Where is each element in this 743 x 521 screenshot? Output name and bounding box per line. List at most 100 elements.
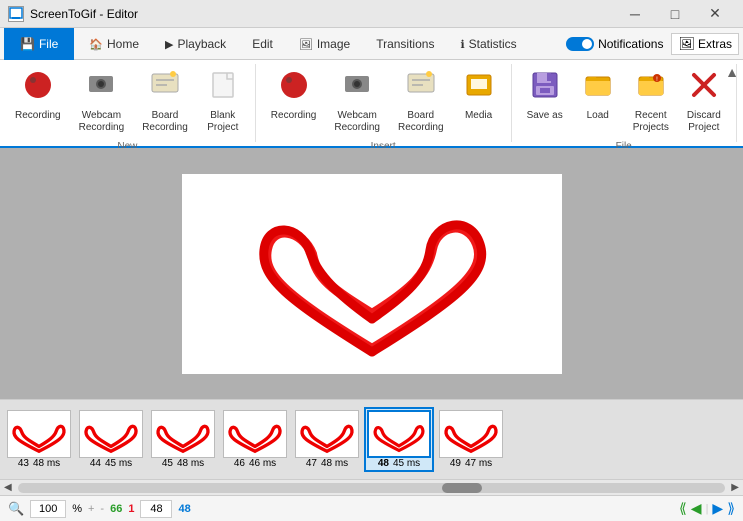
nav-separator: | [706,503,709,515]
count-red: 1 [128,503,134,515]
frame-44-label: 44 45 ms [90,458,132,469]
frame-49-label: 49 47 ms [450,458,492,469]
titlebar-left: ScreenToGif - Editor [8,6,138,22]
recording-button[interactable]: Recording [8,64,68,127]
extras-icon: 🖼 [678,36,695,52]
webcam-recording-label: Webcam Recording [79,110,125,134]
frame-46-ms: 46 ms [249,458,276,469]
scrollbar-row: ◀ ▶ [0,479,743,495]
frame-48-ms: 45 ms [393,458,420,469]
ribbon-collapse-button[interactable]: ▲ [725,64,739,80]
insert-recording-button[interactable]: Recording [264,64,324,127]
toggle-switch-icon [566,37,594,51]
ribbon-group-file: Save as Load [512,64,737,142]
status-bar: 🔍 % + - 66 1 48 ⟪ ◀ | ▶ ⟫ [0,495,743,521]
ribbon-tabs-left: 💾 File 🏠 Home ▶ Playback Edit 🖼 Image Tr… [4,28,530,60]
scroll-right-button[interactable]: ▶ [729,482,741,493]
frame-46[interactable]: 46 46 ms [220,410,290,469]
frame-46-label: 46 46 ms [234,458,276,469]
blank-project-icon [207,69,239,108]
file-tab-icon: 💾 [20,37,35,51]
app-layout: ScreenToGif - Editor ─ □ ✕ 💾 File 🏠 Home… [0,0,743,521]
frame-47[interactable]: 47 48 ms [292,410,362,469]
minimize-button[interactable]: ─ [615,0,655,28]
frame-44[interactable]: 44 45 ms [76,410,146,469]
frame-45[interactable]: 45 48 ms [148,410,218,469]
save-as-icon [529,69,561,108]
load-button[interactable]: Load [574,64,622,127]
extras-label: Extras [698,37,732,51]
percent-separator: + [88,503,94,515]
insert-webcam-icon [341,69,373,108]
media-icon [463,69,495,108]
board-recording-icon [149,69,181,108]
media-label: Media [465,110,492,122]
maximize-button[interactable]: □ [655,0,695,28]
ribbon-group-new: Recording Webcam Recording [0,64,256,142]
percent-separator2: - [100,503,104,515]
ribbon-group-new-items: Recording Webcam Recording [8,64,247,139]
status-bar-right: ⟪ ◀ | ▶ ⟫ [679,500,735,517]
tab-home[interactable]: 🏠 Home [76,28,152,60]
ribbon-tabs-right: Notifications 🖼 Extras [566,33,739,55]
nav-go-start-button[interactable]: ⟪ [679,500,687,517]
playback-tab-label: Playback [177,37,226,51]
insert-recording-icon [278,69,310,108]
blank-project-button[interactable]: Blank Project [199,64,247,139]
webcam-recording-button[interactable]: Webcam Recording [72,64,132,139]
nav-prev-button[interactable]: ◀ [691,500,702,517]
image-tab-label: Image [317,37,350,51]
count-blue: 48 [178,503,190,515]
load-label: Load [587,110,609,122]
insert-board-button[interactable]: Board Recording [391,64,451,139]
scrollbar-track[interactable] [18,483,726,493]
tab-image[interactable]: 🖼 Image [286,28,363,60]
statistics-tab-label: Statistics [469,37,517,51]
save-as-button[interactable]: Save as [520,64,570,127]
frame-48[interactable]: 48 45 ms [364,407,434,472]
tab-statistics[interactable]: ℹ Statistics [447,28,529,60]
insert-board-icon [405,69,437,108]
frame-count-input[interactable] [140,500,172,518]
scrollbar-thumb[interactable] [442,483,482,493]
main-canvas-area [0,148,743,399]
webcam-recording-icon [85,69,117,108]
frame-43[interactable]: 43 48 ms [4,410,74,469]
toggle-knob [582,39,592,49]
frame-49[interactable]: 49 47 ms [436,410,506,469]
nav-next-button[interactable]: ▶ [712,500,723,517]
recent-projects-icon: ! [635,69,667,108]
recording-label: Recording [15,110,61,122]
notifications-label: Notifications [598,37,663,51]
tab-transitions[interactable]: Transitions [363,28,447,60]
frame-46-num: 46 [234,458,245,469]
recent-projects-button[interactable]: ! Recent Projects [626,64,676,139]
search-icon: 🔍 [8,501,24,517]
edit-tab-label: Edit [252,37,273,51]
nav-go-end-button[interactable]: ⟫ [727,500,735,517]
recording-icon [22,69,54,108]
extras-button[interactable]: 🖼 Extras [671,33,739,55]
recent-projects-label: Recent Projects [633,110,669,134]
tab-playback[interactable]: ▶ Playback [152,28,239,60]
scroll-left-button[interactable]: ◀ [2,482,14,493]
percent-label: % [72,503,82,515]
board-recording-button[interactable]: Board Recording [135,64,195,139]
app-title: ScreenToGif - Editor [30,7,138,21]
file-tab-label: File [39,37,58,51]
insert-board-label: Board Recording [398,110,444,134]
ribbon-group-file-items: Save as Load [520,64,728,139]
home-tab-label: Home [107,37,139,51]
notifications-toggle[interactable]: Notifications [566,37,663,51]
frame-48-label: 48 45 ms [378,458,420,469]
tab-edit[interactable]: Edit [239,28,286,60]
tab-file[interactable]: 💾 File [4,28,74,60]
ribbon-group-insert-items: Recording Webcam Recording [264,64,503,139]
zoom-input[interactable] [30,500,66,518]
media-button[interactable]: Media [455,64,503,127]
frame-43-num: 43 [18,458,29,469]
close-button[interactable]: ✕ [695,0,735,28]
insert-webcam-button[interactable]: Webcam Recording [327,64,387,139]
discard-project-button[interactable]: Discard Project [680,64,728,139]
count-green: 66 [110,503,122,515]
